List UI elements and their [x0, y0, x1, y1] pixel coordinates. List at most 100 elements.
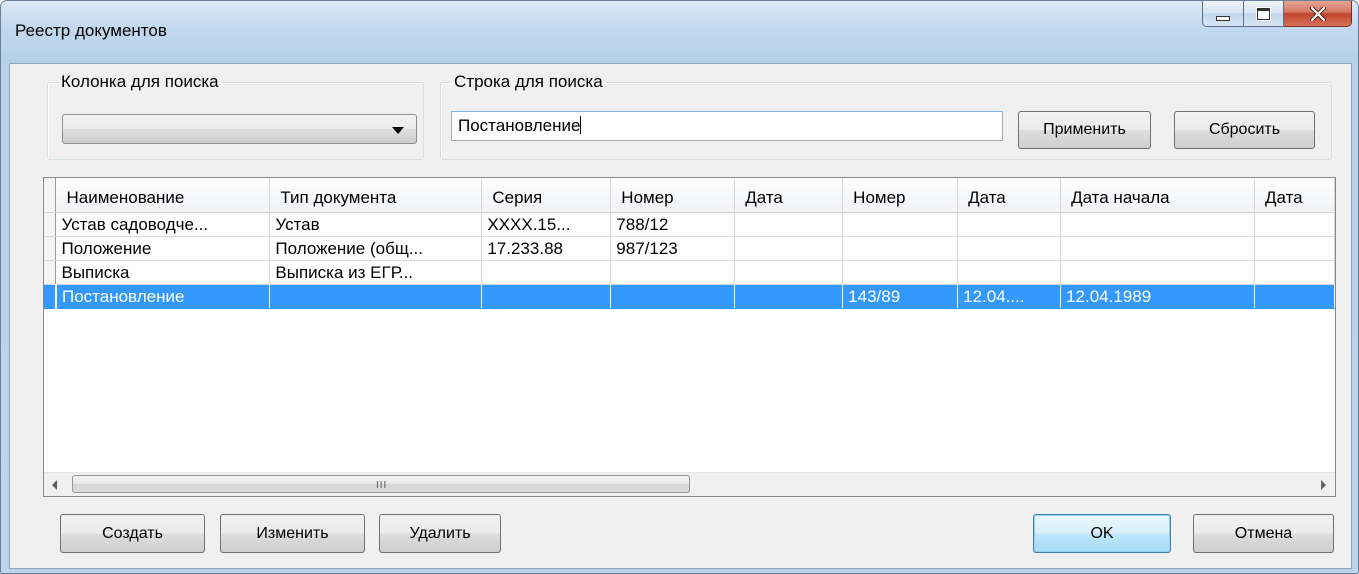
column-header-date-2[interactable]: Дата: [957, 178, 1062, 213]
empty-cell: [735, 378, 843, 401]
empty-cell: [958, 309, 1061, 333]
table-cell[interactable]: [734, 236, 844, 261]
scroll-right-icon[interactable]: [1321, 480, 1326, 490]
apply-button[interactable]: Применить: [1018, 111, 1151, 149]
table-cell[interactable]: [1254, 236, 1335, 261]
table-empty-row: [44, 308, 1335, 333]
scroll-left-icon[interactable]: [52, 480, 57, 490]
row-header-cell[interactable]: [44, 260, 57, 285]
empty-cell: [843, 355, 958, 378]
column-header-doc-type[interactable]: Тип документа: [269, 178, 483, 213]
window-title: Реестр документов: [15, 21, 167, 40]
close-button[interactable]: [1284, 1, 1352, 27]
row-header-cell[interactable]: [44, 284, 57, 309]
delete-button[interactable]: Удалить: [379, 514, 501, 553]
column-header-name[interactable]: Наименование: [55, 178, 271, 213]
table-cell[interactable]: Выписка: [55, 260, 271, 285]
empty-cell: [482, 378, 611, 401]
table-cell[interactable]: [842, 212, 959, 237]
table-cell[interactable]: [481, 284, 612, 309]
table-cell[interactable]: 987/123: [610, 236, 736, 261]
empty-cell: [735, 355, 843, 378]
empty-cell: [611, 378, 735, 401]
edit-button[interactable]: Изменить: [220, 514, 365, 553]
empty-cell: [270, 378, 482, 401]
table-cell[interactable]: [734, 260, 844, 285]
column-header-series[interactable]: Серия: [481, 178, 612, 213]
table-cell[interactable]: Устав: [269, 212, 483, 237]
table-cell[interactable]: [957, 236, 1062, 261]
row-header-cell[interactable]: [44, 236, 57, 261]
table-cell[interactable]: 12.04....: [957, 284, 1062, 309]
table-cell[interactable]: [481, 260, 612, 285]
table-cell[interactable]: 17.233.88: [481, 236, 612, 261]
table-cell[interactable]: [1254, 260, 1335, 285]
table-cell[interactable]: Положение: [55, 236, 271, 261]
empty-cell: [611, 309, 735, 333]
table-cell[interactable]: [1254, 284, 1335, 309]
table-cell[interactable]: [1254, 212, 1335, 237]
table-cell[interactable]: [1060, 212, 1255, 237]
row-header-cell: [44, 355, 56, 378]
column-header-number[interactable]: Номер: [610, 178, 736, 213]
table-cell[interactable]: [957, 260, 1062, 285]
table-cell[interactable]: [734, 212, 844, 237]
text-caret: [580, 116, 582, 134]
create-button[interactable]: Создать: [60, 514, 205, 553]
table-row[interactable]: Выписка Выписка из ЕГР...: [44, 260, 1335, 285]
table-row[interactable]: Положение Положение (общ... 17.233.88 987/1…: [44, 236, 1335, 261]
table-cell[interactable]: [842, 236, 959, 261]
empty-cell: [843, 424, 958, 447]
title-bar[interactable]: Реестр документов: [1, 1, 1358, 63]
empty-cell: [1254, 424, 1334, 447]
empty-cell: [56, 332, 270, 355]
cancel-button[interactable]: Отмена: [1193, 514, 1334, 553]
empty-cell: [1254, 309, 1334, 333]
column-header-date[interactable]: Дата: [734, 178, 844, 213]
table-cell[interactable]: Устав садоводче...: [55, 212, 271, 237]
table-row[interactable]: Устав садоводче... Устав XXXX.15... 788/12: [44, 212, 1335, 237]
table-cell[interactable]: [957, 212, 1062, 237]
empty-cell: [1254, 401, 1334, 424]
empty-cell: [1254, 332, 1334, 355]
empty-cell: [735, 332, 843, 355]
scrollbar-thumb[interactable]: III: [72, 475, 690, 493]
search-string-label: Строка для поиска: [454, 72, 603, 91]
ok-button[interactable]: OK: [1033, 514, 1171, 553]
table-empty-row: [44, 378, 1335, 401]
table-cell[interactable]: [734, 284, 844, 309]
table-cell[interactable]: [610, 284, 736, 309]
row-header-cell: [44, 401, 56, 424]
reset-button[interactable]: Сбросить: [1174, 111, 1315, 149]
maximize-button[interactable]: [1244, 1, 1284, 27]
empty-cell: [270, 332, 482, 355]
table-cell[interactable]: [842, 260, 959, 285]
column-header-start-date[interactable]: Дата начала: [1060, 178, 1255, 213]
table-cell[interactable]: Постановление: [55, 284, 271, 309]
table-cell[interactable]: 788/12: [610, 212, 736, 237]
table-cell[interactable]: [269, 284, 483, 309]
minimize-button[interactable]: [1202, 1, 1244, 27]
table-row[interactable]: Постановление 143/89 12.04.... 12.04.1989: [44, 284, 1335, 309]
column-header-number-2[interactable]: Номер: [842, 178, 959, 213]
column-header-date-3[interactable]: Дата: [1254, 178, 1335, 213]
horizontal-scrollbar[interactable]: III: [44, 472, 1335, 496]
search-string-input[interactable]: Постановление: [451, 111, 1003, 141]
table-empty-row: [44, 355, 1335, 378]
table-cell[interactable]: [610, 260, 736, 285]
table-cell[interactable]: [1060, 236, 1255, 261]
table-empty-row: [44, 332, 1335, 355]
table-cell[interactable]: Положение (общ...: [269, 236, 483, 261]
table-cell[interactable]: 143/89: [842, 284, 959, 309]
table-cell[interactable]: 12.04.1989: [1060, 284, 1255, 309]
row-header-cell[interactable]: [44, 212, 57, 237]
empty-cell: [1061, 332, 1255, 355]
search-string-value: Постановление: [458, 116, 581, 135]
table-cell[interactable]: [1060, 260, 1255, 285]
documents-grid[interactable]: Наименование Тип документа Серия Номер Д…: [43, 177, 1336, 497]
table-cell[interactable]: XXXX.15...: [481, 212, 612, 237]
table-cell[interactable]: Выписка из ЕГР...: [269, 260, 483, 285]
search-column-select[interactable]: [62, 114, 417, 144]
empty-cell: [1061, 355, 1255, 378]
maximize-icon: [1257, 7, 1270, 20]
